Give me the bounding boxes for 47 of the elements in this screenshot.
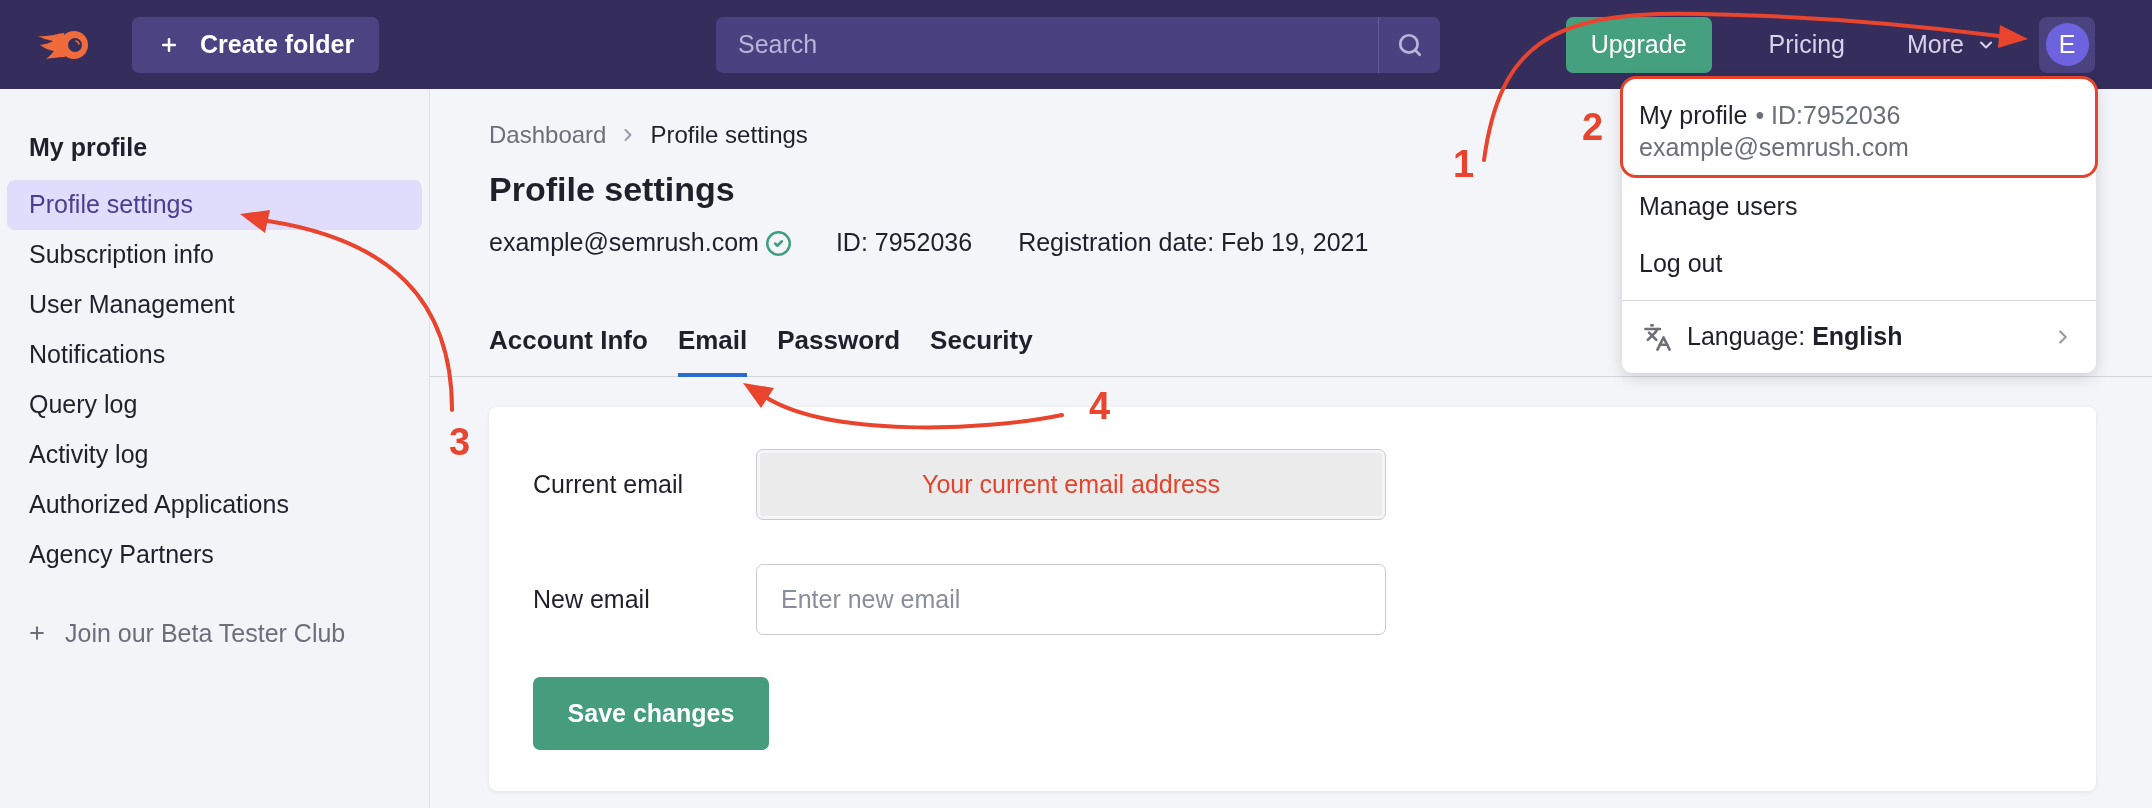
page-title: Profile settings: [489, 169, 735, 209]
sidebar-item[interactable]: Subscription info: [7, 230, 422, 280]
menu-item[interactable]: Log out: [1622, 235, 2096, 292]
sidebar-item[interactable]: Query log: [7, 380, 422, 430]
sidebar-item[interactable]: Profile settings: [7, 180, 422, 230]
plus-icon: [27, 623, 47, 643]
tab[interactable]: Password: [777, 318, 901, 377]
sidebar-item[interactable]: User Management: [7, 280, 422, 330]
step-number: 2: [1582, 108, 1604, 146]
field-label: Current email: [533, 468, 685, 500]
breadcrumb-current: Profile settings: [650, 120, 808, 150]
registration-date: Registration date: Feb 19, 2021: [1018, 227, 1369, 259]
search-icon: [1396, 31, 1423, 58]
tab[interactable]: Account Info: [489, 318, 648, 377]
tab[interactable]: Security: [930, 318, 1033, 377]
email-field: Your current email address: [756, 449, 1386, 520]
account-id: ID: 7952036: [835, 227, 973, 259]
sidebar-item[interactable]: Notifications: [7, 330, 422, 380]
menu-item[interactable]: Manage users: [1622, 178, 2096, 235]
beta-club-link[interactable]: Join our Beta Tester Club: [7, 618, 346, 648]
step-number: 3: [449, 423, 471, 461]
nav-dropdown-button[interactable]: More: [1907, 25, 1996, 64]
translate-icon: [1643, 322, 1672, 352]
profile-id: • ID:7952036: [1755, 100, 1901, 131]
account-email: example@semrush.com: [489, 227, 759, 259]
fireball-logo-icon[interactable]: [38, 29, 88, 60]
email-field[interactable]: Enter new email: [756, 564, 1386, 635]
step-number: 1: [1453, 145, 1475, 183]
avatar: E: [2045, 23, 2089, 66]
field-label: New email: [533, 583, 651, 615]
search-button[interactable]: [1378, 16, 1440, 73]
step-number: 4: [1089, 387, 1111, 425]
profile-menu-item[interactable]: My profile • ID:7952036 example@semrush.com: [1620, 76, 2098, 178]
language-menu-item[interactable]: Language: English: [1622, 300, 2096, 373]
profile-email: example@semrush.com: [1639, 132, 1909, 163]
sidebar-item[interactable]: Activity log: [7, 430, 422, 480]
language-label: Language: English: [1687, 321, 1903, 353]
sidebar-item[interactable]: Authorized Applications: [7, 480, 422, 530]
create-folder-button[interactable]: Create folder: [132, 16, 379, 73]
tab[interactable]: Email: [677, 318, 748, 377]
sidebar-heading: My profile: [28, 132, 148, 162]
profile-name: My profile: [1639, 100, 1748, 131]
search-field[interactable]: Search: [716, 16, 1378, 73]
nav-link[interactable]: Pricing: [1768, 25, 1846, 64]
breadcrumb-link[interactable]: Dashboard: [489, 117, 607, 153]
avatar-button[interactable]: E: [2039, 16, 2095, 73]
sidebar-item[interactable]: Agency Partners: [7, 530, 422, 580]
